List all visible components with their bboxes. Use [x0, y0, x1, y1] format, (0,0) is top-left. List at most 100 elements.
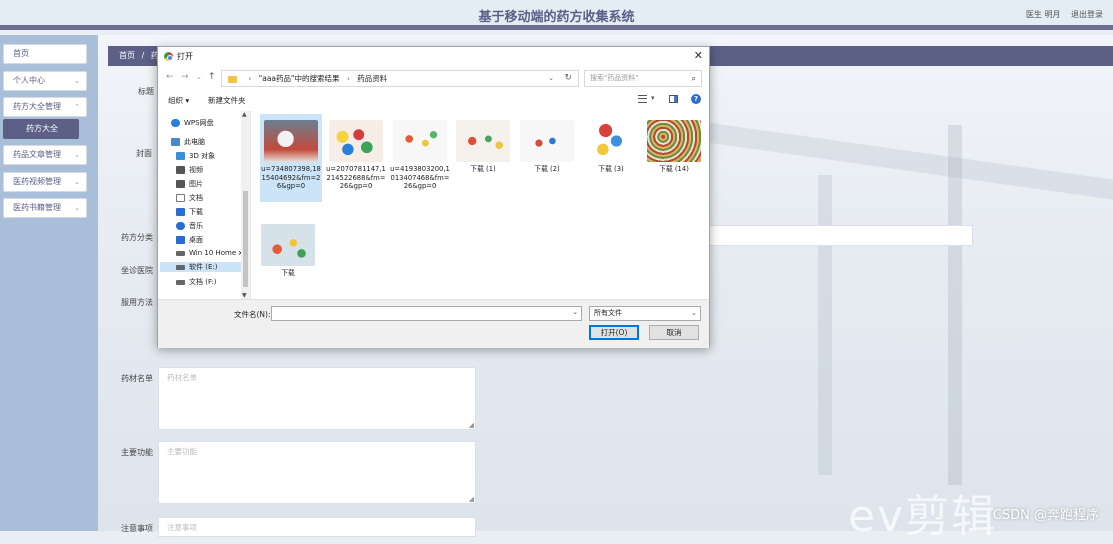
organize-button[interactable]: 组织 ▾ [168, 95, 189, 106]
notes-textarea[interactable]: 注意事项 [158, 517, 476, 537]
file-item[interactable]: u=734807398,1815404692&fm=26&gp=0 [260, 114, 322, 202]
label-cover: 封面 [136, 149, 152, 158]
scroll-down-icon[interactable]: ▼ [242, 292, 247, 299]
refresh-icon[interactable]: ↻ [564, 71, 572, 86]
path-separator: › [346, 74, 350, 83]
user-info: 医生 明月 退出登录 [1018, 9, 1103, 20]
image-thumbnail [329, 120, 383, 162]
sidebar-item-home[interactable]: 首页 [3, 44, 87, 64]
resize-handle-icon[interactable]: ◢ [469, 421, 474, 429]
chevron-down-icon[interactable]: ⌄ [548, 71, 554, 86]
nav-item-desktop[interactable]: 桌面 [176, 235, 203, 245]
sidebar-item-book-management[interactable]: 医药书籍管理 ⌄ [3, 198, 87, 218]
breadcrumb-home[interactable]: 首页 [119, 51, 135, 60]
recent-locations-chevron-icon[interactable]: ⌄ [196, 73, 202, 81]
search-input[interactable]: 搜索"药品资料" ⌕ [584, 70, 702, 87]
file-name: 下载 [281, 269, 295, 277]
close-button[interactable]: ✕ [694, 49, 703, 62]
label-hospital: 坐诊医院 [121, 266, 153, 275]
video-icon [176, 166, 185, 174]
chevron-down-icon: ⌄ [691, 309, 697, 317]
nav-item-drive-c[interactable]: Win 10 Home x [176, 249, 243, 257]
cube-icon [176, 152, 185, 160]
ingredients-textarea[interactable]: 药材名单 ◢ [158, 367, 476, 430]
image-thumbnail [261, 224, 315, 266]
file-item[interactable]: u=2070781147,1214522688&fm=26&gp=0 [325, 114, 387, 191]
file-item[interactable]: 下载 (14) [643, 114, 705, 174]
chevron-down-icon: ⌄ [74, 204, 80, 212]
breadcrumb-separator: / [141, 51, 145, 60]
nav-item-this-pc[interactable]: 此电脑 [171, 137, 205, 147]
sidebar-item-prescription-management[interactable]: 药方大全管理 ⌃ [3, 97, 87, 117]
chevron-down-icon[interactable]: ▾ [651, 94, 655, 102]
resize-grip-icon[interactable]: ⋰ [701, 340, 707, 347]
cancel-button[interactable]: 取消 [649, 325, 699, 340]
file-item[interactable]: 下载 (3) [580, 114, 642, 174]
file-item[interactable]: 下载 (1) [452, 114, 514, 174]
back-arrow-icon[interactable]: ← [166, 72, 174, 82]
file-item[interactable]: 下载 [257, 218, 319, 278]
path-current-folder[interactable]: 药品资料 [357, 74, 387, 83]
sidebar-item-label: 医药视频管理 [13, 177, 61, 186]
file-name: 下载 (3) [598, 165, 624, 173]
sidebar: 首页 个人中心 ⌄ 药方大全管理 ⌃ 药方大全 药品文章管理 ⌄ 医药视频管理 … [0, 35, 98, 531]
ev-watermark: ev剪辑 [848, 491, 998, 542]
new-folder-button[interactable]: 新建文件夹 [208, 95, 246, 106]
dialog-footer: 文件名(N): ⌄ 所有文件 ⌄ 打开(O) 取消 ⋰ [158, 299, 709, 348]
logout-link[interactable]: 退出登录 [1071, 10, 1103, 19]
nav-item-drive-e[interactable]: 软件 (E:) [160, 262, 242, 272]
open-button[interactable]: 打开(O) [589, 325, 639, 340]
nav-item-3d-objects[interactable]: 3D 对象 [176, 151, 215, 161]
view-options-icon[interactable] [638, 95, 647, 103]
forward-arrow-icon[interactable]: → [181, 72, 189, 82]
chrome-icon [164, 52, 173, 61]
sidebar-item-article-management[interactable]: 药品文章管理 ⌄ [3, 145, 87, 165]
drive-icon [176, 250, 185, 256]
resize-handle-icon[interactable]: ◢ [469, 495, 474, 503]
sidebar-subitem-prescriptions[interactable]: 药方大全 [3, 119, 79, 139]
file-name: u=734807398,1815404692&fm=26&gp=0 [261, 165, 321, 190]
preview-pane-icon[interactable] [669, 95, 678, 103]
address-bar[interactable]: › "aaa药品"中的搜索结果 › 药品资料 ⌄ ↻ [221, 70, 579, 87]
scrollbar-thumb[interactable] [243, 191, 248, 287]
nav-item-music[interactable]: 音乐 [176, 221, 203, 231]
nav-item-downloads[interactable]: 下载 [176, 207, 203, 217]
up-arrow-icon[interactable]: ↑ [208, 72, 216, 82]
filename-input[interactable]: ⌄ [271, 306, 582, 321]
sidebar-item-personal-center[interactable]: 个人中心 ⌄ [3, 71, 87, 91]
dialog-title: 打开 [177, 52, 193, 61]
image-thumbnail [264, 120, 318, 162]
nav-item-videos[interactable]: 视频 [176, 165, 203, 175]
category-input[interactable] [708, 225, 973, 246]
nav-item-drive-f[interactable]: 文档 (F:) [176, 277, 217, 287]
image-thumbnail [393, 120, 447, 162]
file-item[interactable]: 下载 (2) [516, 114, 578, 174]
functions-textarea[interactable]: 主要功能 ◢ [158, 441, 476, 504]
nav-item-pictures[interactable]: 图片 [176, 179, 203, 189]
sidebar-item-video-management[interactable]: 医药视频管理 ⌄ [3, 172, 87, 192]
chevron-down-icon[interactable]: ⌄ [572, 308, 578, 316]
nav-item-wps-cloud[interactable]: WPS网盘 [171, 118, 214, 128]
file-name: u=4193803200,1013407468&fm=26&gp=0 [390, 165, 450, 190]
chevron-down-icon: ⌄ [74, 151, 80, 159]
help-icon[interactable]: ? [691, 94, 701, 104]
file-type-select[interactable]: 所有文件 ⌄ [589, 306, 701, 321]
chevron-down-icon: ⌄ [74, 77, 80, 85]
app-header: 基于移动端的药方收集系统 医生 明月 退出登录 [0, 0, 1113, 30]
sidebar-item-label: 药品文章管理 [13, 150, 61, 159]
sidebar-item-label: 药方大全管理 [13, 102, 61, 111]
open-file-dialog: 打开 ✕ ← → ⌄ ↑ › "aaa药品"中的搜索结果 › 药品资料 ⌄ ↻ … [157, 46, 710, 348]
drive-icon [176, 279, 185, 285]
download-icon [176, 208, 185, 216]
file-name: 下载 (14) [659, 165, 689, 173]
nav-pane-scrollbar[interactable]: ▲ ▼ [241, 111, 250, 299]
label-usage: 服用方法 [121, 298, 153, 307]
label-category: 药方分类 [121, 233, 153, 242]
background-decoration [818, 175, 832, 475]
scroll-up-icon[interactable]: ▲ [242, 111, 247, 118]
nav-item-documents[interactable]: 文档 [176, 193, 203, 203]
sidebar-item-label: 个人中心 [13, 76, 45, 85]
file-item[interactable]: u=4193803200,1013407468&fm=26&gp=0 [389, 114, 451, 191]
dialog-titlebar[interactable]: 打开 ✕ [158, 47, 709, 67]
path-search-results[interactable]: "aaa药品"中的搜索结果 [259, 74, 340, 83]
